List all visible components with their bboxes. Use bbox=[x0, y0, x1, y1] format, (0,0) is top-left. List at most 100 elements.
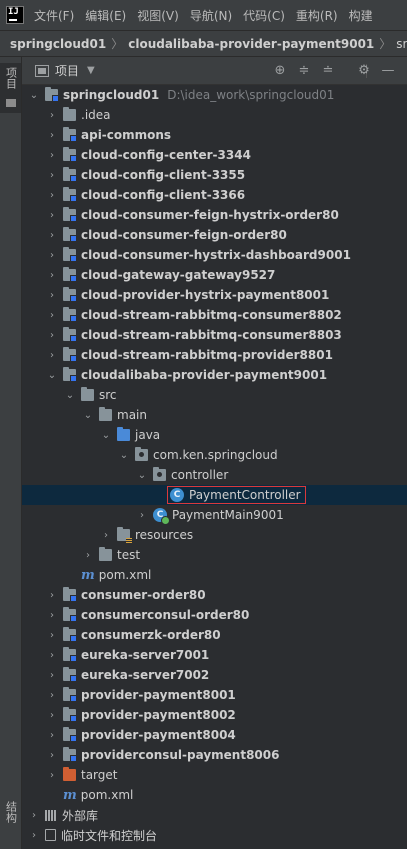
chevron-right-icon[interactable]: › bbox=[46, 350, 58, 361]
tree-row-module[interactable]: › cloud-config-client-3355 bbox=[22, 165, 407, 185]
tree-label: consumerconsul-order80 bbox=[81, 608, 250, 622]
chevron-down-icon[interactable]: ⌄ bbox=[100, 430, 112, 441]
module-folder-icon bbox=[63, 167, 77, 182]
project-tool-tab[interactable]: 项目 bbox=[0, 63, 21, 113]
tree-row-module[interactable]: › cloud-consumer-hystrix-dashboard9001 bbox=[22, 245, 407, 265]
chevron-right-icon[interactable]: › bbox=[46, 170, 58, 181]
tree-row-idea[interactable]: › .idea bbox=[22, 105, 407, 125]
chevron-right-icon[interactable]: › bbox=[46, 610, 58, 621]
chevron-down-icon[interactable]: ▼ bbox=[87, 65, 95, 76]
structure-tool-tab[interactable]: 结构 bbox=[0, 797, 21, 847]
tree-row-pom[interactable]: m pom.xml bbox=[22, 565, 407, 585]
tree-row-package[interactable]: ⌄ controller bbox=[22, 465, 407, 485]
chevron-down-icon[interactable]: ⌄ bbox=[136, 470, 148, 481]
tree-row-module[interactable]: › cloud-stream-rabbitmq-consumer8802 bbox=[22, 305, 407, 325]
chevron-down-icon[interactable]: ⌄ bbox=[82, 410, 94, 421]
tree-row-module[interactable]: › consumerzk-order80 bbox=[22, 625, 407, 645]
chevron-down-icon[interactable]: ⌄ bbox=[118, 450, 130, 461]
tree-row-main[interactable]: ⌄ main bbox=[22, 405, 407, 425]
chevron-right-icon[interactable]: › bbox=[100, 530, 112, 541]
tree-row-class[interactable]: › C PaymentMain9001 bbox=[22, 505, 407, 525]
tree-row-target[interactable]: › target bbox=[22, 765, 407, 785]
tree-row-module[interactable]: › cloud-consumer-feign-order80 bbox=[22, 225, 407, 245]
tree-row-module[interactable]: › cloud-config-client-3366 bbox=[22, 185, 407, 205]
tree-row-module[interactable]: › eureka-server7002 bbox=[22, 665, 407, 685]
chevron-right-icon[interactable]: › bbox=[28, 810, 40, 821]
chevron-right-icon[interactable]: › bbox=[46, 590, 58, 601]
tree-row-module[interactable]: › cloud-stream-rabbitmq-consumer8803 bbox=[22, 325, 407, 345]
chevron-down-icon[interactable]: ⌄ bbox=[28, 90, 40, 101]
chevron-right-icon[interactable]: › bbox=[46, 670, 58, 681]
breadcrumb-module[interactable]: cloudalibaba-provider-payment9001 bbox=[128, 37, 374, 51]
chevron-right-icon[interactable]: › bbox=[46, 750, 58, 761]
tree-row-module[interactable]: › consumerconsul-order80 bbox=[22, 605, 407, 625]
tree-row-module[interactable]: › cloud-consumer-feign-hystrix-order80 bbox=[22, 205, 407, 225]
chevron-right-icon[interactable]: › bbox=[46, 630, 58, 641]
project-tree[interactable]: ⌄ springcloud01 D:\idea_work\springcloud… bbox=[22, 85, 407, 849]
tree-row-module-expanded[interactable]: ⌄ cloudalibaba-provider-payment9001 bbox=[22, 365, 407, 385]
tree-row-module[interactable]: › provider-payment8002 bbox=[22, 705, 407, 725]
menu-code[interactable]: 代码(C) bbox=[243, 7, 285, 24]
chevron-right-icon[interactable]: › bbox=[46, 210, 58, 221]
tree-label: provider-payment8001 bbox=[81, 688, 236, 702]
tree-row-resources[interactable]: › resources bbox=[22, 525, 407, 545]
panel-title[interactable]: 项目 bbox=[55, 62, 79, 79]
locate-icon[interactable]: ⊕ bbox=[272, 63, 288, 79]
module-folder-icon bbox=[63, 307, 77, 322]
tree-row-package[interactable]: ⌄ com.ken.springcloud bbox=[22, 445, 407, 465]
chevron-right-icon[interactable]: › bbox=[46, 290, 58, 301]
tree-row-module[interactable]: › cloud-config-center-3344 bbox=[22, 145, 407, 165]
tree-row-module[interactable]: › providerconsul-payment8006 bbox=[22, 745, 407, 765]
menu-edit[interactable]: 编辑(E) bbox=[85, 7, 126, 24]
collapse-all-icon[interactable]: ≐ bbox=[320, 63, 336, 79]
chevron-right-icon[interactable]: › bbox=[46, 190, 58, 201]
chevron-right-icon[interactable]: › bbox=[46, 330, 58, 341]
chevron-right-icon[interactable]: › bbox=[46, 130, 58, 141]
chevron-right-icon[interactable]: › bbox=[28, 830, 40, 841]
chevron-down-icon[interactable]: ⌄ bbox=[64, 390, 76, 401]
menu-refactor[interactable]: 重构(R) bbox=[296, 7, 338, 24]
chevron-right-icon[interactable]: › bbox=[46, 730, 58, 741]
tree-row-module[interactable]: › api-commons bbox=[22, 125, 407, 145]
tree-row-scratches[interactable]: › 临时文件和控制台 bbox=[22, 825, 407, 845]
menu-view[interactable]: 视图(V) bbox=[137, 7, 179, 24]
chevron-right-icon[interactable]: › bbox=[46, 270, 58, 281]
tree-row-root[interactable]: ⌄ springcloud01 D:\idea_work\springcloud… bbox=[22, 85, 407, 105]
tree-row-module[interactable]: › consumer-order80 bbox=[22, 585, 407, 605]
chevron-right-icon[interactable]: › bbox=[46, 250, 58, 261]
expand-all-icon[interactable]: ≑ bbox=[296, 63, 312, 79]
tree-row-module[interactable]: › cloud-stream-rabbitmq-provider8801 bbox=[22, 345, 407, 365]
chevron-right-icon[interactable]: › bbox=[46, 650, 58, 661]
chevron-right-icon[interactable]: › bbox=[46, 110, 58, 121]
tree-row-module[interactable]: › provider-payment8001 bbox=[22, 685, 407, 705]
left-tool-stripe: 项目 结构 bbox=[0, 57, 22, 849]
breadcrumb-project[interactable]: springcloud01 bbox=[10, 37, 106, 51]
tree-row-module[interactable]: › cloud-provider-hystrix-payment8001 bbox=[22, 285, 407, 305]
menu-build[interactable]: 构建 bbox=[349, 7, 373, 24]
gear-icon[interactable]: ⚙ bbox=[356, 63, 372, 79]
tree-row-external-libraries[interactable]: › 外部库 bbox=[22, 805, 407, 825]
chevron-right-icon[interactable]: › bbox=[46, 770, 58, 781]
chevron-right-icon[interactable]: › bbox=[46, 690, 58, 701]
chevron-right-icon[interactable]: › bbox=[136, 510, 148, 521]
tree-row-pom[interactable]: m pom.xml bbox=[22, 785, 407, 805]
tree-row-module[interactable]: › eureka-server7001 bbox=[22, 645, 407, 665]
source-folder-icon bbox=[117, 427, 130, 441]
tree-row-module[interactable]: › provider-payment8004 bbox=[22, 725, 407, 745]
tree-row-module[interactable]: › cloud-gateway-gateway9527 bbox=[22, 265, 407, 285]
chevron-down-icon[interactable]: ⌄ bbox=[46, 370, 58, 381]
tree-row-selected-class[interactable]: C PaymentController bbox=[22, 485, 407, 505]
chevron-right-icon[interactable]: › bbox=[46, 310, 58, 321]
menu-file[interactable]: 文件(F) bbox=[34, 7, 74, 24]
minimize-icon[interactable]: — bbox=[380, 63, 396, 79]
chevron-right-icon[interactable]: › bbox=[46, 230, 58, 241]
intellij-logo-icon[interactable] bbox=[6, 6, 24, 24]
chevron-right-icon[interactable]: › bbox=[46, 710, 58, 721]
chevron-right-icon[interactable]: › bbox=[82, 550, 94, 561]
chevron-right-icon[interactable]: › bbox=[46, 150, 58, 161]
tree-row-src[interactable]: ⌄ src bbox=[22, 385, 407, 405]
tree-row-test[interactable]: › test bbox=[22, 545, 407, 565]
menu-navigate[interactable]: 导航(N) bbox=[190, 7, 232, 24]
tree-row-java[interactable]: ⌄ java bbox=[22, 425, 407, 445]
breadcrumb-src[interactable]: src bbox=[396, 37, 407, 51]
